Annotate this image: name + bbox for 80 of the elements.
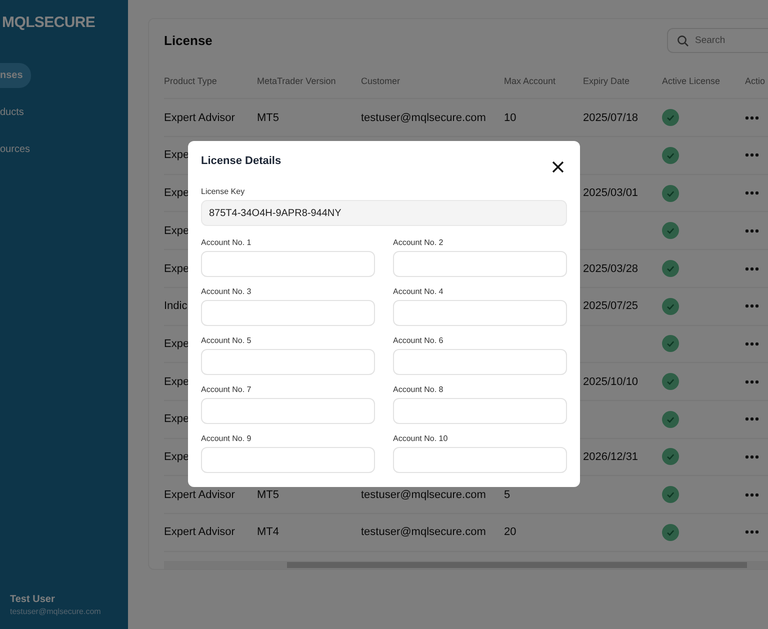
more-icon[interactable]: [745, 116, 759, 120]
field-label: License Key: [201, 187, 246, 196]
account-field[interactable]: [201, 300, 375, 326]
table-cell: 2025/03/28: [583, 262, 638, 274]
table-cell: testuser@mqlsecure.com: [361, 488, 486, 501]
field-label: Account No. 8: [393, 385, 444, 394]
more-icon[interactable]: [745, 492, 759, 497]
more-icon[interactable]: [745, 454, 759, 459]
field-label: Account No. 10: [393, 434, 449, 443]
more-icon[interactable]: [745, 266, 759, 270]
table-cell: Expe: [164, 450, 190, 463]
horizontal-scrollbar[interactable]: [164, 560, 768, 569]
more-icon[interactable]: [745, 191, 759, 196]
more-icon[interactable]: [745, 304, 759, 308]
field-label: Account No. 3: [201, 287, 252, 296]
more-icon[interactable]: [745, 228, 759, 233]
nav-item[interactable]: ources: [0, 137, 38, 162]
table-cell: Expe: [164, 262, 190, 274]
table-cell: 2026/12/31: [583, 450, 638, 463]
table-cell: 10: [504, 112, 516, 124]
table-cell: Expe: [164, 187, 190, 200]
table-cell: 2025/03/01: [583, 187, 638, 200]
table-cell: Expert Advisor: [164, 112, 235, 124]
field-label: Account No. 2: [393, 238, 444, 247]
account-field[interactable]: [393, 349, 567, 375]
close-icon[interactable]: [552, 161, 564, 173]
account-field[interactable]: [201, 398, 375, 424]
account-field[interactable]: [201, 251, 375, 277]
more-icon[interactable]: [745, 380, 759, 384]
column-header: MetaTrader Version: [257, 76, 337, 86]
account-field[interactable]: [393, 300, 567, 326]
table-cell: MT5: [257, 488, 279, 501]
search-icon: [677, 35, 689, 48]
table-cell: Expe: [164, 338, 190, 350]
more-icon[interactable]: [745, 417, 759, 422]
column-header: Expiry Date: [583, 76, 631, 86]
table-cell: Expert Advisor: [164, 526, 235, 538]
table-cell: Indic: [164, 300, 188, 312]
table-cell: MT4: [257, 526, 279, 538]
more-icon[interactable]: [745, 153, 759, 158]
logo-text: MQLSECURE: [1, 13, 96, 31]
table-cell: testuser@mqlsecure.com: [361, 112, 486, 124]
table-cell: Expe: [164, 376, 190, 388]
field-label: Account No. 9: [201, 434, 252, 443]
user-name: Test User: [10, 594, 56, 605]
account-field[interactable]: [201, 349, 375, 375]
column-header: Active License: [662, 76, 722, 86]
more-icon[interactable]: [745, 530, 759, 534]
field-label: Account No. 1: [201, 238, 252, 247]
table-cell: Expe: [164, 224, 190, 237]
table-cell: 20: [504, 526, 516, 538]
column-header: Max Account: [504, 76, 557, 86]
account-field[interactable]: [393, 398, 567, 424]
license-key-field[interactable]: 875T4-34O4H-9APR8-944NY: [201, 200, 567, 226]
table-cell: 2025/10/10: [583, 376, 638, 388]
field-label: Account No. 7: [201, 385, 252, 394]
table-cell: 2025/07/25: [583, 300, 638, 312]
field-label: Account No. 4: [393, 287, 444, 296]
column-header: Customer: [361, 76, 402, 86]
search-field[interactable]: Search: [667, 28, 768, 54]
table-cell: MT5: [257, 112, 279, 124]
dialog-title: License Details: [201, 155, 282, 167]
table-cell: Expert Advisor: [164, 488, 235, 501]
field-label: Account No. 6: [393, 336, 444, 345]
page-title: License: [164, 33, 212, 48]
table-cell: Expe: [164, 413, 190, 426]
nav-item[interactable]: nses: [0, 63, 31, 88]
account-field[interactable]: [393, 447, 567, 473]
table-cell: 5: [504, 488, 510, 501]
table-cell: testuser@mqlsecure.com: [361, 526, 486, 538]
column-header: Actio: [745, 76, 766, 86]
user-email: testuser@mqlsecure.com: [10, 607, 102, 616]
account-field[interactable]: [393, 251, 567, 277]
account-field[interactable]: [201, 447, 375, 473]
column-header: Product Type: [164, 76, 218, 86]
table-cell: 2025/07/18: [583, 112, 638, 124]
more-icon[interactable]: [745, 342, 759, 346]
table-cell: Expe: [164, 149, 190, 162]
field-label: Account No. 5: [201, 336, 252, 345]
nav-item[interactable]: ducts: [0, 100, 32, 125]
